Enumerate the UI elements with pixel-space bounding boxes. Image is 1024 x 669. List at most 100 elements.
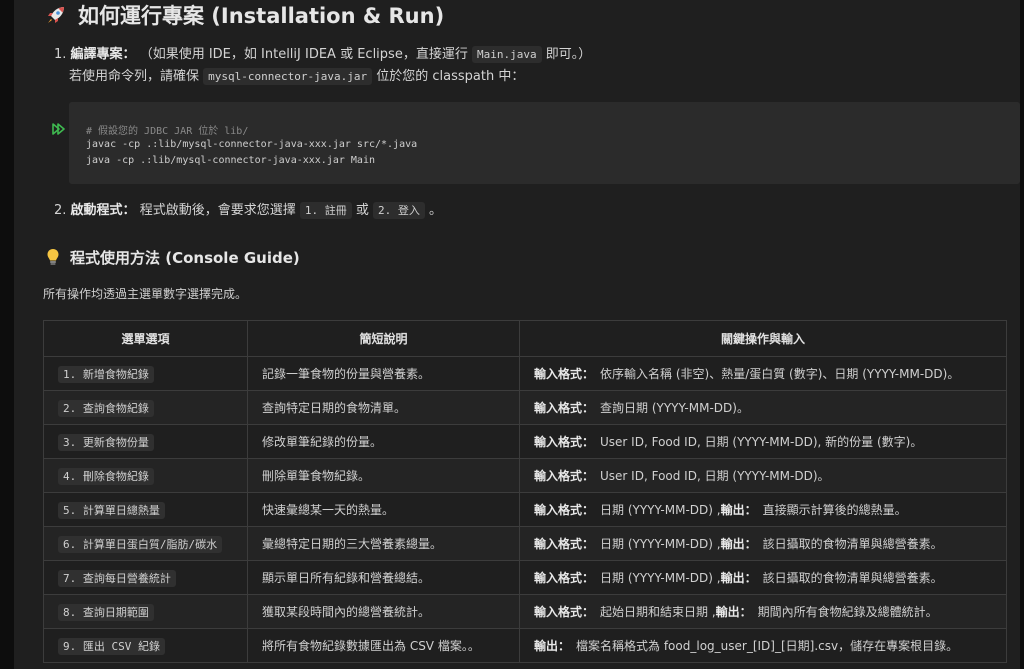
- input-format-value: User ID, Food ID, 日期 (YYYY-MM-DD), 新的份量 …: [600, 435, 923, 449]
- menu-option-cell: 6. 計算單日蛋白質/脂肪/碳水: [43, 526, 248, 561]
- menu-option-cell: 7. 查詢每日營養統計: [43, 560, 248, 595]
- description-cell: 彙總特定日期的三大營養素總量。: [247, 526, 520, 561]
- step-2-text: 程式啟動後，會要求您選擇: [139, 203, 296, 218]
- description-cell: 快速彙總某一天的熱量。: [247, 492, 520, 527]
- menu-option-code: 1. 新增食物紀錄: [58, 365, 154, 383]
- menu-option-cell: 8. 查詢日期範圍: [43, 594, 248, 629]
- output-label: 輸出：: [715, 605, 752, 619]
- input-format-label: 輸入格式：: [534, 605, 595, 619]
- step-2-end: 。: [429, 203, 443, 218]
- step-1-text-a: （如果使用 IDE，如 IntelliJ IDEA 或 Eclipse，直接運行: [139, 47, 468, 62]
- table-row: 1. 新增食物紀錄 記錄一筆食物的份量與營養素。 輸入格式： 依序輸入名稱 (非空)、…: [43, 356, 1007, 391]
- markdown-preview: 如何運行專案 (Installation & Run) 1. 編譯專案： （如果…: [14, 0, 1020, 669]
- mysql-jar-code: mysql-connector-java.jar: [203, 68, 373, 85]
- input-format-label: 輸入格式：: [534, 469, 595, 483]
- menu-option-cell: 9. 匯出 CSV 紀錄: [43, 628, 248, 663]
- install-step-1-line-2: 若使用命令列，請確保 mysql-connector-java.jar 位於您的…: [69, 66, 524, 88]
- column-header-operation: 關鍵操作與輸入: [519, 320, 1007, 357]
- step-1-text-b: 即可。）: [545, 47, 592, 62]
- output-value: 直接顯示計算後的總熱量。: [762, 503, 907, 517]
- input-format-value: 查詢日期 (YYYY-MM-DD)。: [600, 401, 749, 415]
- menu-option-cell: 4. 刪除食物紀錄: [43, 458, 248, 493]
- table-header-row: 選單選項 簡短說明 關鍵操作與輸入: [43, 320, 1007, 357]
- code-line-comment: # 假設您的 JDBC JAR 位於 lib/: [86, 126, 249, 137]
- section-heading-guide: 程式使用方法 (Console Guide): [46, 246, 300, 268]
- table-row: 5. 計算單日總熱量 快速彙總某一天的熱量。 輸入格式： 日期 (YYYY-MM-DD…: [43, 492, 1007, 527]
- step-1-number: 1.: [54, 47, 67, 62]
- menu-option-code: 9. 匯出 CSV 紀錄: [58, 637, 165, 655]
- guide-intro: 所有操作均透過主選單數字選擇完成。: [43, 287, 248, 301]
- input-format-label: 輸入格式：: [534, 571, 595, 585]
- input-format-label: 輸入格式：: [534, 367, 595, 381]
- output-label: 輸出：: [720, 537, 757, 551]
- install-step-1: 1. 編譯專案： （如果使用 IDE，如 IntelliJ IDEA 或 Ecl…: [54, 44, 591, 66]
- output-value: 該日攝取的食物清單與總營養素。: [762, 537, 943, 551]
- step-1-line2-a: 若使用命令列，請確保: [69, 69, 200, 84]
- step-2-number: 2.: [54, 203, 67, 218]
- step-2-or: 或: [355, 203, 369, 218]
- input-format-label: 輸入格式：: [534, 503, 595, 517]
- operation-cell: 輸入格式： 起始日期和結束日期 ,輸出： 期間內所有食物紀錄及總體統計。: [519, 594, 1007, 629]
- menu-option-code: 8. 查詢日期範圍: [58, 603, 154, 621]
- input-format-value: User ID, Food ID, 日期 (YYYY-MM-DD)。: [600, 469, 830, 483]
- menu-option-cell: 2. 查詢食物紀錄: [43, 390, 248, 425]
- step-1-label: 編譯專案：: [70, 47, 136, 62]
- input-format-value: 依序輸入名稱 (非空)、熱量/蛋白質 (數字)、日期 (YYYY-MM-DD)。: [600, 367, 960, 381]
- rocket-icon: [44, 3, 68, 27]
- menu-option-code: 4. 刪除食物紀錄: [58, 467, 154, 485]
- input-format-label: 輸入格式：: [534, 537, 595, 551]
- menu-option-code: 6. 計算單日蛋白質/脂肪/碳水: [58, 535, 223, 553]
- description-cell: 刪除單筆食物紀錄。: [247, 458, 520, 493]
- description-cell: 修改單筆紀錄的份量。: [247, 424, 520, 459]
- menu-option-code: 5. 計算單日總熱量: [58, 501, 165, 519]
- table-row: 3. 更新食物份量 修改單筆紀錄的份量。 輸入格式： User ID, Food ID…: [43, 424, 1007, 459]
- code-line-java: java -cp .:lib/mysql-connector-java-xxx.…: [86, 155, 375, 166]
- description-cell: 將所有食物紀錄數據匯出為 CSV 檔案。。: [247, 628, 520, 663]
- console-guide-table: 選單選項 簡短說明 關鍵操作與輸入 1. 新增食物紀錄 記錄一筆食物的份量與營養素…: [43, 320, 1007, 663]
- description-cell: 記錄一筆食物的份量與營養素。: [247, 356, 520, 391]
- login-option-code: 2. 登入: [373, 202, 425, 219]
- input-format-label: 輸入格式：: [534, 401, 595, 415]
- window-frame-left: [0, 0, 14, 669]
- command-code-block[interactable]: # 假設您的 JDBC JAR 位於 lib/ javac -cp .:lib/…: [69, 102, 1020, 184]
- output-value: 該日攝取的食物清單與總營養素。: [762, 571, 943, 585]
- output-label: 輸出：: [720, 503, 757, 517]
- input-format-value: 日期 (YYYY-MM-DD) ,: [600, 571, 721, 585]
- table-row: 6. 計算單日蛋白質/脂肪/碳水 彙總特定日期的三大營養素總量。 輸入格式： 日期 (…: [43, 526, 1007, 561]
- column-header-description: 簡短說明: [247, 320, 520, 357]
- guide-title: 程式使用方法 (Console Guide): [70, 248, 300, 267]
- lightbulb-icon: [46, 248, 60, 266]
- menu-option-code: 7. 查詢每日營養統計: [58, 569, 176, 587]
- step-2-label: 啟動程式：: [70, 203, 136, 218]
- table-row: 9. 匯出 CSV 紀錄 將所有食物紀錄數據匯出為 CSV 檔案。。 輸出： 檔案名稱…: [43, 628, 1007, 663]
- table-row: 8. 查詢日期範圍 獲取某段時間內的總營養統計。 輸入格式： 起始日期和結束日期 ,輸…: [43, 594, 1007, 629]
- menu-option-cell: 1. 新增食物紀錄: [43, 356, 248, 391]
- operation-cell: 輸入格式： 日期 (YYYY-MM-DD) ,輸出： 該日攝取的食物清單與總營養素。: [519, 526, 1007, 561]
- operation-cell: 輸出： 檔案名稱格式為 food_log_user_[ID]_[日期].csv，儲…: [519, 628, 1007, 663]
- operation-cell: 輸入格式： 依序輸入名稱 (非空)、熱量/蛋白質 (數字)、日期 (YYYY-MM…: [519, 356, 1007, 391]
- column-header-option: 選單選項: [43, 320, 248, 357]
- section-heading-install: 如何運行專案 (Installation & Run): [44, 2, 444, 28]
- window-frame-right: [1020, 0, 1024, 669]
- output-label: 輸出：: [720, 571, 757, 585]
- output-value: 期間內所有食物紀錄及總體統計。: [757, 605, 938, 619]
- description-cell: 顯示單日所有紀錄和營養總結。: [247, 560, 520, 595]
- step-1-line2-b: 位於您的 classpath 中：: [376, 69, 525, 84]
- table-row: 2. 查詢食物紀錄 查詢特定日期的食物清單。 輸入格式： 查詢日期 (YYYY-MM-…: [43, 390, 1007, 425]
- code-line-javac: javac -cp .:lib/mysql-connector-java-xxx…: [86, 139, 418, 150]
- run-code-icon[interactable]: [52, 120, 66, 135]
- operation-cell: 輸入格式： 日期 (YYYY-MM-DD) ,輸出： 直接顯示計算後的總熱量。: [519, 492, 1007, 527]
- operation-cell: 輸入格式： User ID, Food ID, 日期 (YYYY-MM-DD)。: [519, 458, 1007, 493]
- input-format-value: 起始日期和結束日期 ,: [600, 605, 716, 619]
- input-format-value: 日期 (YYYY-MM-DD) ,: [600, 537, 721, 551]
- operation-cell: 輸入格式： User ID, Food ID, 日期 (YYYY-MM-DD), …: [519, 424, 1007, 459]
- description-cell: 查詢特定日期的食物清單。: [247, 390, 520, 425]
- menu-option-cell: 3. 更新食物份量: [43, 424, 248, 459]
- menu-option-cell: 5. 計算單日總熱量: [43, 492, 248, 527]
- install-step-2: 2. 啟動程式： 程式啟動後，會要求您選擇 1. 註冊 或 2. 登入 。: [54, 200, 442, 222]
- operation-cell: 輸入格式： 查詢日期 (YYYY-MM-DD)。: [519, 390, 1007, 425]
- input-format-value: 日期 (YYYY-MM-DD) ,: [600, 503, 721, 517]
- menu-option-code: 3. 更新食物份量: [58, 433, 154, 451]
- description-cell: 獲取某段時間內的總營養統計。: [247, 594, 520, 629]
- menu-option-code: 2. 查詢食物紀錄: [58, 399, 154, 417]
